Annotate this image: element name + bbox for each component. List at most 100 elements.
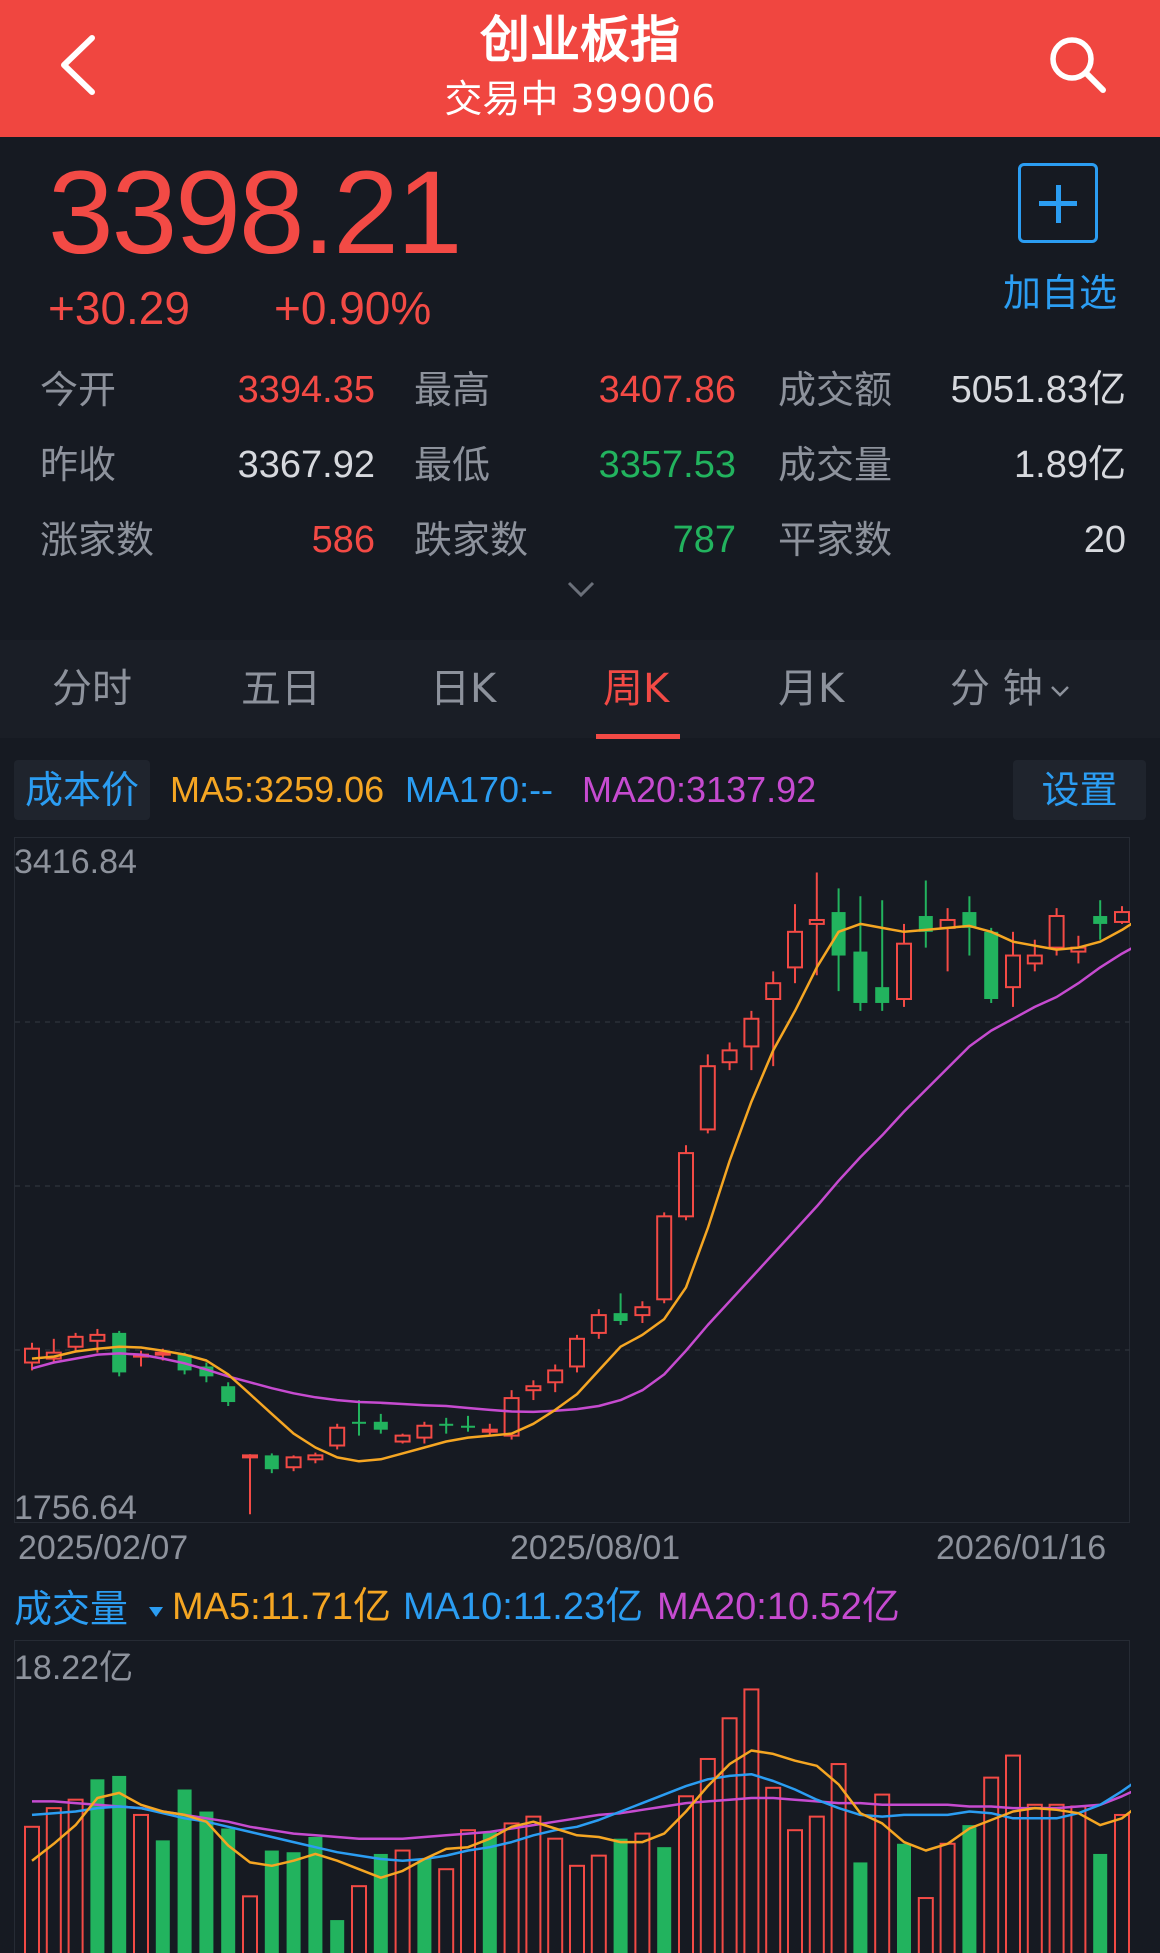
vol-ma10-legend: MA10:11.23亿 [403,1586,644,1628]
header-bar: 创业板指 交易中 399006 [0,0,1160,137]
volume-bar [590,1854,607,1953]
candle-body [743,1017,760,1048]
volume-bar [351,1885,367,1953]
volume-bar [939,1842,956,1953]
volume-bar [1005,1754,1021,1953]
volume-bar [133,1813,149,1953]
chevron-down-icon[interactable] [565,578,597,600]
vol-ma20-legend: MA20:10.52亿 [657,1586,900,1628]
volume-bar [221,1828,236,1953]
y-min-label: 1756.64 [14,1489,137,1527]
candle-body [984,931,999,999]
candle-body [634,1306,651,1317]
stat-value-volume: 1.89亿 [1014,444,1126,486]
stat-value-high: 3407.86 [598,369,736,411]
triangle-down-icon [149,1606,164,1617]
add-watchlist-label[interactable]: 加自选 [1000,268,1120,318]
volume-bar [330,1920,345,1953]
candle-body [547,1369,564,1384]
volume-bar [765,1786,782,1953]
vol-y-max-label: 18.22亿 [14,1649,134,1687]
volume-bar [962,1825,977,1953]
kline-chart[interactable] [14,837,1160,1523]
stat-label: 跌家数 [414,518,529,562]
volume-chart[interactable] [14,1640,1160,1953]
stat-label: 最高 [414,368,491,412]
candle-body [24,1347,40,1364]
page-subtitle: 交易中 399006 [444,77,716,121]
candle-body [307,1454,324,1461]
stat-value-prev-close: 3367.92 [237,444,375,486]
volume-bar [199,1811,214,1953]
tab-five-day[interactable]: 五日 [241,664,321,714]
volume-bar [569,1864,585,1953]
tab-minute[interactable]: 分 钟 [950,664,1071,714]
candle-body [89,1333,106,1342]
volume-bar [67,1798,84,1953]
stat-label: 最低 [414,443,491,487]
candle-body [1026,954,1043,965]
ma5-legend: MA5:3259.06 [170,769,385,810]
candle-body [264,1455,279,1470]
volume-bar [1026,1803,1043,1953]
candle-body [808,918,825,925]
candle-body [678,1152,694,1218]
stat-label: 昨收 [40,443,117,487]
tab-daily-k[interactable]: 日K [430,664,496,714]
candle-body [352,1421,366,1424]
candle-body [439,1423,454,1426]
stat-label: 涨家数 [40,518,155,562]
candle-body [590,1314,607,1334]
settings-button[interactable]: 设置 [1013,760,1146,820]
search-icon[interactable] [1045,32,1109,96]
period-tabs: 分时 五日 日K 周K 月K 分 钟 [0,640,1160,739]
candle-body [525,1385,542,1392]
price-change-pct: +0.90% [274,282,432,334]
candle-body [461,1425,475,1428]
candle-body [221,1386,236,1403]
stat-value-turnover: 5051.83亿 [950,369,1126,411]
volume-bar [286,1852,301,1953]
stat-value-low: 3357.53 [598,444,736,486]
cost-price-button[interactable]: 成本价 [14,760,150,820]
volume-bar [1114,1813,1130,1953]
volume-bar [657,1847,672,1953]
x-tick-label: 2025/02/07 [18,1529,189,1567]
candle-body [67,1335,84,1348]
candle-body [481,1428,498,1433]
candle-body [394,1434,411,1443]
volume-bar [897,1843,911,1953]
candle-body [1048,915,1065,949]
candle-body [1114,911,1130,923]
candle-body [569,1337,585,1368]
candle-body [242,1454,258,1459]
candle-body [699,1065,716,1131]
candle-body [1093,916,1108,924]
candle-body [875,987,890,1003]
stat-value-open: 3394.35 [237,369,375,411]
kline-svg [15,864,1160,1515]
candle-body [1005,954,1021,989]
stat-value-decliners: 787 [672,519,736,561]
active-tab-indicator [596,734,680,739]
add-watchlist-button[interactable] [1018,163,1098,243]
candle-body [656,1215,673,1301]
volume-bar [853,1862,868,1953]
volume-indicator-selector[interactable]: 成交量 [14,1583,164,1635]
volume-bar [1070,1805,1087,1953]
y-max-label: 3416.84 [14,843,137,881]
volume-bar [787,1829,803,1953]
tab-monthly-k[interactable]: 月K [778,664,844,714]
tab-weekly-k[interactable]: 周K [603,664,669,714]
volume-bar [242,1895,258,1953]
candle-body [285,1456,302,1469]
ma5-line [31,896,1160,1463]
volume-bar [874,1793,891,1953]
tab-intraday[interactable]: 分时 [52,664,132,714]
page-title: 创业板指 [480,11,680,69]
volume-bar [112,1775,127,1953]
ma20-legend: MA20:3137.92 [582,769,817,810]
volume-bar [1093,1853,1108,1953]
volume-bar [547,1837,564,1953]
stat-label: 成交额 [778,368,893,412]
